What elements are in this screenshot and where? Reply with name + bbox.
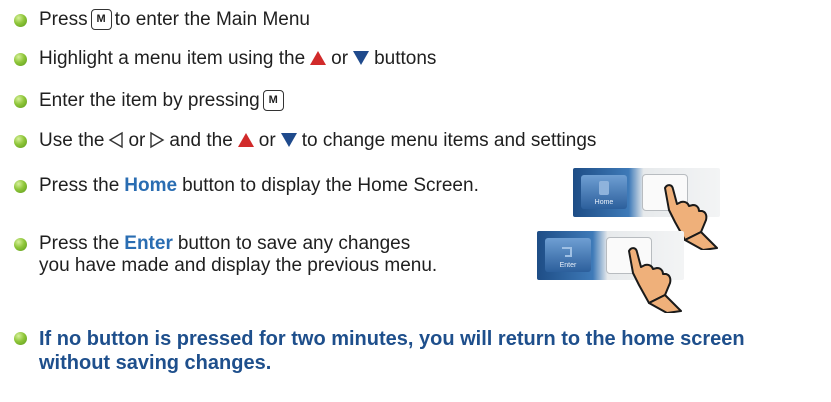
bullet-icon	[14, 94, 27, 108]
up-triangle-icon	[310, 51, 327, 65]
bullet-icon	[14, 332, 27, 345]
bullet-icon	[14, 134, 27, 148]
bullet-icon	[14, 52, 27, 66]
step-text: Press the	[39, 233, 120, 254]
timeout-note: If no button is pressed for two minutes,…	[14, 327, 745, 375]
note-line-2: without saving changes.	[39, 352, 272, 374]
step-highlight-item: Highlight a menu item using the or butto…	[14, 48, 436, 70]
step-text: Use the	[39, 130, 105, 151]
step-line-2: you have made and display the previous m…	[39, 255, 438, 276]
step-home-button: Press the Home button to display the Hom…	[14, 175, 479, 197]
step-text: Enter the item by pressing	[39, 90, 260, 111]
enter-button-label: Enter	[559, 262, 577, 269]
bullet-icon	[14, 13, 27, 27]
or-text: or	[258, 130, 276, 151]
step-text: and the	[169, 130, 233, 151]
note-line-1: If no button is pressed for two minutes,…	[39, 328, 745, 350]
or-text: or	[128, 130, 146, 151]
step-press-m: Press M to enter the Main Menu	[14, 8, 310, 31]
step-text: buttons	[374, 48, 437, 69]
note-lines: If no button is pressed for two minutes,…	[39, 327, 745, 375]
pointing-hand-icon	[628, 247, 682, 313]
step-lines: Press the Enter button to save any changes…	[39, 233, 437, 277]
up-triangle-icon	[237, 133, 254, 147]
enter-highlight: Enter	[124, 233, 173, 254]
step-text: Highlight a menu item using the	[39, 48, 306, 69]
step-text: Press the	[39, 175, 120, 196]
bullet-icon	[14, 238, 27, 251]
step-enter-item: Enter the item by pressing M	[14, 89, 287, 112]
home-highlight: Home	[124, 175, 178, 196]
or-text: or	[331, 48, 349, 69]
step-text: to change menu items and settings	[301, 130, 597, 151]
step-text: button to save any changes	[177, 233, 411, 254]
step-text: button to display the Home Screen.	[182, 175, 479, 196]
home-button-image: Home	[581, 175, 627, 209]
step-enter-button: Press the Enter button to save any changes…	[14, 233, 437, 277]
down-triangle-icon	[280, 133, 297, 147]
left-triangle-icon	[109, 131, 124, 149]
home-button-label: Home	[594, 199, 614, 206]
right-triangle-icon	[150, 131, 165, 149]
step-line-1: Press the Enter button to save any changes	[39, 233, 437, 255]
down-triangle-icon	[353, 51, 370, 65]
m-key-icon: M	[262, 89, 284, 111]
step-change-settings: Use the or and the or to change menu ite…	[14, 130, 596, 152]
bullet-icon	[14, 179, 27, 193]
enter-button-image: Enter	[545, 238, 591, 272]
m-key-icon: M	[90, 8, 112, 30]
step-text: to enter the Main Menu	[114, 9, 310, 30]
step-text: Press	[39, 9, 88, 30]
